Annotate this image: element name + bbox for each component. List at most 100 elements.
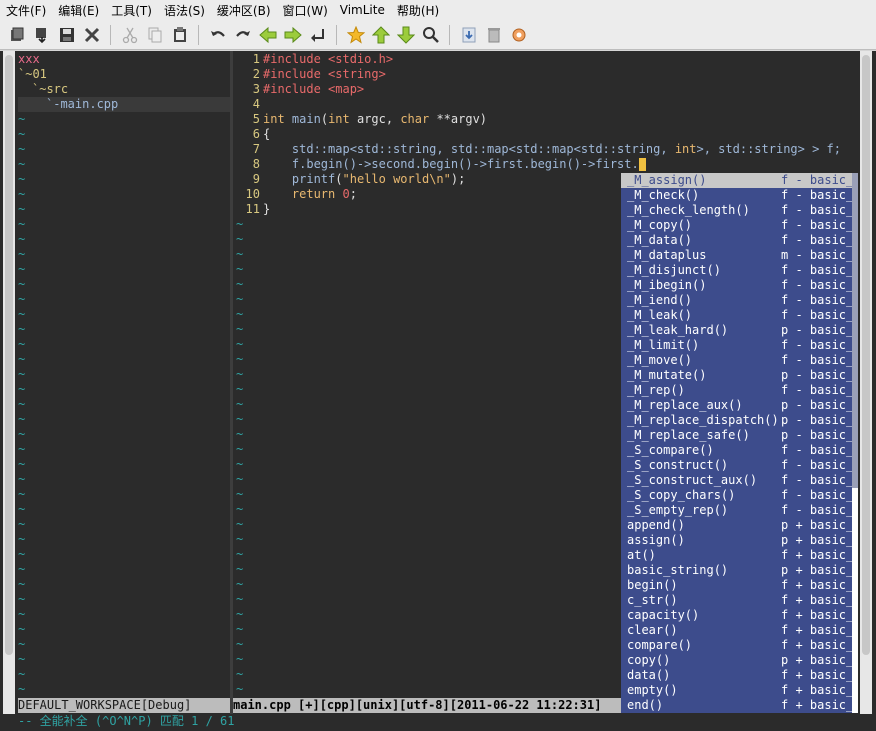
code-line-11[interactable]: } [263,202,270,217]
completion-item[interactable]: _M_leak_hard() p - basic_ [621,323,858,338]
tree-node-workspace[interactable]: xxx [18,52,40,67]
completion-scrollbar[interactable] [852,173,858,713]
completion-item[interactable]: _M_replace_aux() p - basic_ [621,398,858,413]
completion-item[interactable]: at() f + basic_ [621,548,858,563]
line-number: 10 [245,187,260,201]
completion-item[interactable]: _S_empty_rep() f - basic_ [621,503,858,518]
tree-node-file[interactable]: `-main.cpp [46,97,118,112]
completion-item[interactable]: clear() f + basic_ [621,623,858,638]
line-number: 8 [252,157,260,171]
close-icon[interactable] [81,24,103,46]
completion-item[interactable]: append() p + basic_ [621,518,858,533]
completion-item[interactable]: basic_string() p + basic_ [621,563,858,578]
empty-line-marker: ~ [18,292,26,306]
completion-item[interactable]: capacity() f + basic_ [621,608,858,623]
toolbar-separator [449,24,450,45]
completion-item[interactable]: end() f + basic_ [621,698,858,713]
settings-icon[interactable] [508,24,530,46]
completion-item[interactable]: data() f + basic_ [621,668,858,683]
paste-icon[interactable] [169,24,191,46]
cut-icon[interactable] [119,24,141,46]
editor-scrollbar[interactable] [860,51,872,714]
jump-icon[interactable] [307,24,329,46]
completion-item[interactable]: _S_copy_chars() f - basic_ [621,488,858,503]
undo-icon[interactable] [207,24,229,46]
code-line-10[interactable]: return 0; [263,187,357,202]
tree-node-project[interactable]: `~01 [18,67,47,82]
trash-icon[interactable] [483,24,505,46]
completion-item-name: _M_disjunct() [627,263,721,277]
completion-item[interactable]: _M_data() f - basic_ [621,233,858,248]
vertical-split[interactable] [230,51,233,714]
completion-item[interactable]: _M_replace_safe() p - basic_ [621,428,858,443]
completion-item[interactable]: _M_leak() f - basic_ [621,308,858,323]
empty-line-marker: ~ [18,412,26,426]
save-icon[interactable] [56,24,78,46]
down-arrow-icon[interactable] [395,24,417,46]
empty-line-marker: ~ [18,172,26,186]
completion-item[interactable]: _M_check_length() f - basic_ [621,203,858,218]
menu-syntax[interactable]: 语法(S) [158,2,211,19]
completion-item[interactable]: _M_check() f - basic_ [621,188,858,203]
code-line-7[interactable]: std::map<std::string, std::map<std::map<… [263,142,841,157]
completion-scrollbar-thumb[interactable] [852,173,858,488]
find-icon[interactable] [420,24,442,46]
completion-item[interactable]: _S_construct_aux() f - basic_ [621,473,858,488]
code-line-1[interactable]: #include <stdio.h> [263,52,393,67]
completion-item[interactable]: _M_copy() f - basic_ [621,218,858,233]
star-icon[interactable] [345,24,367,46]
completion-item[interactable]: _M_iend() f - basic_ [621,293,858,308]
completion-item[interactable]: compare() f + basic_ [621,638,858,653]
menu-help[interactable]: 帮助(H) [391,2,445,19]
code-line-3[interactable]: #include <map> [263,82,364,97]
save-all-icon[interactable] [31,24,53,46]
menu-buffers[interactable]: 缓冲区(B) [211,2,277,19]
completion-item-name: copy() [627,653,671,667]
completion-item-kind: f + basic_ [781,638,854,652]
menu-tools[interactable]: 工具(T) [105,2,158,19]
completion-item-kind: f - basic_ [781,278,854,292]
code-line-6[interactable]: { [263,127,270,142]
back-arrow-icon[interactable] [257,24,279,46]
completion-item-kind: f + basic_ [781,683,854,697]
forward-arrow-icon[interactable] [282,24,304,46]
empty-line-marker: ~ [18,397,26,411]
redo-icon[interactable] [232,24,254,46]
tree-node-folder[interactable]: `~src [32,82,68,97]
completion-item-kind: p - basic_ [781,428,854,442]
completion-item[interactable]: _M_move() f - basic_ [621,353,858,368]
menu-file[interactable]: 文件(F) [0,2,52,19]
completion-item[interactable]: _M_rep() f - basic_ [621,383,858,398]
completion-item-name: _S_compare() [627,443,714,457]
completion-item[interactable]: assign() p + basic_ [621,533,858,548]
completion-item[interactable]: copy() p + basic_ [621,653,858,668]
menu-vimlite[interactable]: VimLite [334,3,391,17]
completion-item[interactable]: _S_compare() f - basic_ [621,443,858,458]
empty-line-marker: ~ [18,637,26,651]
completion-item[interactable]: _M_limit() f - basic_ [621,338,858,353]
copy-icon[interactable] [144,24,166,46]
completion-item[interactable]: _S_construct() f - basic_ [621,458,858,473]
code-line-9[interactable]: printf("hello world\n"); [263,172,465,187]
code-line-5[interactable]: int main(int argc, char **argv) [263,112,487,127]
completion-item[interactable]: _M_ibegin() f - basic_ [621,278,858,293]
completion-item[interactable]: _M_replace_dispatch() p - basic_ [621,413,858,428]
completion-item[interactable]: c_str() f + basic_ [621,593,858,608]
completion-item[interactable]: empty() f + basic_ [621,683,858,698]
completion-item[interactable]: _M_dataplus m - basic_ [621,248,858,263]
completion-item-selected[interactable]: _M_assign() f - basic_ [621,173,858,188]
empty-line-marker: ~ [236,622,244,636]
completion-item[interactable]: _M_mutate() p - basic_ [621,368,858,383]
completion-popup[interactable]: _M_assign() f - basic_ _M_check() f - basic… [621,173,858,713]
completion-item[interactable]: _M_disjunct() f - basic_ [621,263,858,278]
open-icon[interactable] [6,24,28,46]
menu-edit[interactable]: 编辑(E) [52,2,105,19]
code-line-8[interactable]: f.begin()->second.begin()->first.begin()… [263,157,646,172]
download-icon[interactable] [458,24,480,46]
menu-window[interactable]: 窗口(W) [277,2,334,19]
editor-scrollbar-thumb[interactable] [862,55,870,655]
empty-line-marker: ~ [236,367,244,381]
completion-item[interactable]: begin() f + basic_ [621,578,858,593]
code-line-2[interactable]: #include <string> [263,67,386,82]
up-arrow-icon[interactable] [370,24,392,46]
